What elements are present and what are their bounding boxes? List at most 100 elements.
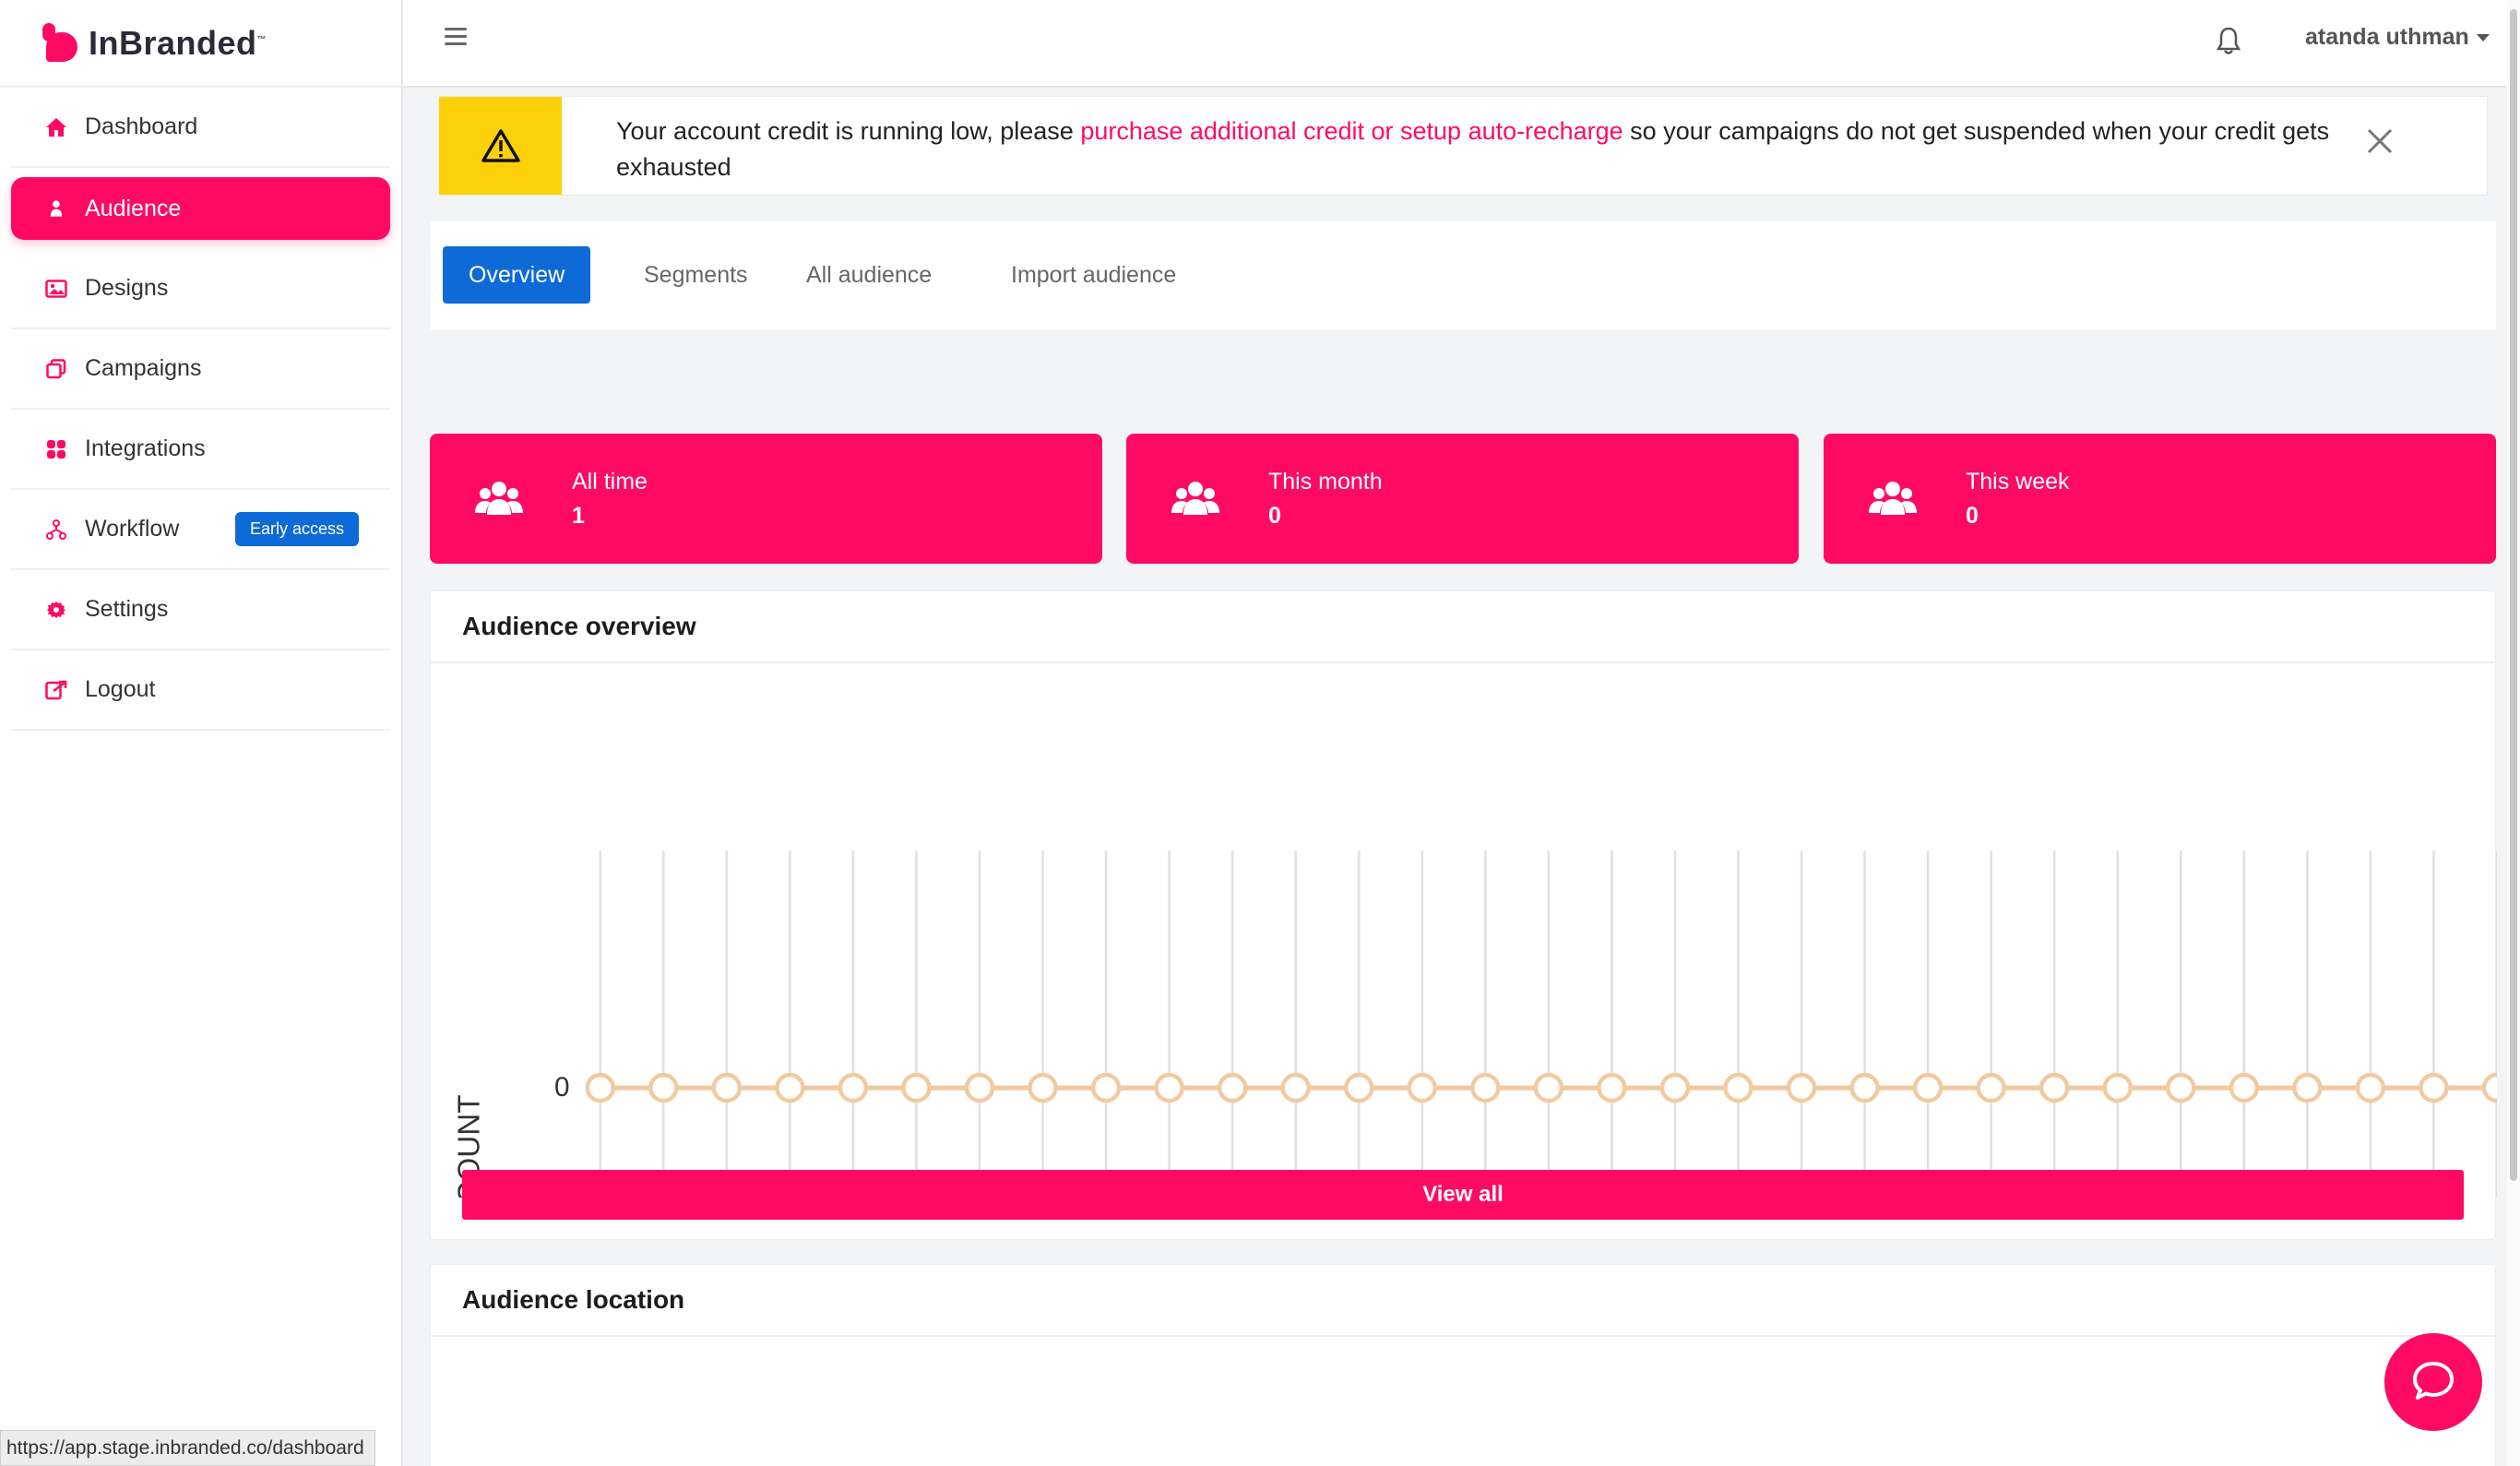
audience-location-panel: Audience location [430,1264,2496,1466]
low-credit-alert: Your account credit is running low, plea… [438,96,2488,196]
data-point[interactable] [1028,1072,1058,1103]
sidebar-item-settings[interactable]: Settings [11,570,390,650]
tab-overview[interactable]: Overview [443,246,591,304]
image-icon [44,277,68,301]
panel-title: Audience overview [431,591,2495,663]
chevron-down-icon [2476,34,2490,42]
warning-icon [439,97,562,195]
sidebar-item-label: Dashboard [85,113,198,139]
sidebar-item-designs[interactable]: Designs [11,249,390,329]
data-point[interactable] [775,1072,805,1103]
data-point[interactable] [1407,1072,1437,1103]
tab-segments[interactable]: Segments [618,246,774,304]
bell-icon[interactable] [2216,26,2243,57]
sidebar-item-label: Campaigns [85,355,202,381]
data-point[interactable] [2102,1072,2133,1103]
users-icon [1868,480,1918,521]
data-point[interactable] [2039,1072,2070,1103]
chat-bubble-icon [2413,1362,2454,1400]
sidebar-item-label: Settings [85,596,169,622]
data-point[interactable] [1976,1072,2006,1103]
data-point[interactable] [2355,1072,2386,1103]
data-point[interactable] [1912,1072,1943,1103]
stat-card-this-week: This week 0 [1824,434,2496,564]
sidebar-item-label: Designs [85,275,169,301]
data-point[interactable] [1786,1072,1817,1103]
data-point[interactable] [838,1072,869,1103]
sidebar: InBranded™ Dashboard Audience Designs Ca… [0,0,403,1466]
logout-icon [44,678,68,702]
stat-label: All time [572,469,648,495]
username: atanda uthman [2305,24,2469,50]
early-access-badge: Early access [235,512,360,546]
data-point[interactable] [711,1072,743,1103]
tab-all-audience[interactable]: All audience [780,246,957,304]
workflow-icon [44,518,68,542]
data-point[interactable] [1344,1072,1374,1103]
view-all-button[interactable]: View all [462,1170,2464,1220]
data-point[interactable] [1090,1072,1122,1103]
panel-title: Audience location [431,1265,2495,1337]
users-icon [474,480,524,521]
sidebar-item-campaigns[interactable]: Campaigns [11,329,390,410]
data-point[interactable] [2481,1072,2497,1103]
data-point[interactable] [1723,1072,1753,1103]
stat-value: 1 [572,503,585,529]
y-tick-label: 0 [554,1072,570,1102]
hamburger-menu-icon[interactable] [445,28,467,46]
data-point[interactable] [648,1072,679,1103]
brand-name: InBranded™ [89,23,267,62]
sidebar-item-audience[interactable]: Audience [11,177,390,240]
audience-overview-chart: COUNT 0 5/8/20246/8/20247/8/20248/8/2024… [452,851,2497,1198]
data-point[interactable] [1849,1072,1880,1103]
sidebar-item-logout[interactable]: Logout [11,650,390,731]
audience-tabs: Overview Segments All audience Import au… [430,221,2496,330]
data-point[interactable] [2166,1072,2196,1103]
data-point[interactable] [1597,1072,1627,1103]
data-point[interactable] [901,1072,932,1103]
data-point[interactable] [2229,1072,2260,1103]
home-icon [44,115,68,139]
sidebar-item-integrations[interactable]: Integrations [11,410,390,490]
data-point[interactable] [1470,1072,1501,1103]
stat-card-this-month: This month 0 [1126,434,1799,564]
close-icon[interactable] [2365,126,2402,163]
sidebar-item-label: Logout [85,676,156,702]
data-point[interactable] [964,1072,995,1103]
stat-card-all-time: All time 1 [430,434,1102,564]
sidebar-item-label: Workflow [85,516,180,542]
data-point[interactable] [2419,1072,2449,1103]
data-point[interactable] [585,1072,615,1103]
sidebar-item-label: Integrations [85,435,206,461]
data-point[interactable] [1533,1072,1564,1103]
audience-overview-panel: Audience overview COUNT 0 5/8/20246/8/20… [430,590,2497,1240]
stat-value: 0 [1966,503,1979,529]
purchase-credit-link[interactable]: purchase additional credit or setup auto… [1080,117,1623,145]
grid-icon [44,437,68,461]
top-bar: atanda uthman [403,0,2520,88]
stat-label: This month [1268,469,1383,495]
users-icon [44,197,68,220]
copy-icon [44,357,68,381]
browser-status-url: https://app.stage.inbranded.co/dashboard [0,1430,375,1466]
brand-mark-icon [39,22,79,64]
data-point[interactable] [1154,1072,1184,1103]
users-icon [1171,480,1220,521]
tab-import-audience[interactable]: Import audience [985,246,1202,304]
data-point[interactable] [1659,1072,1691,1103]
chat-launcher-button[interactable] [2384,1333,2482,1431]
brand-logo[interactable]: InBranded™ [0,0,401,88]
page-scrollbar-thumb[interactable] [2510,9,2517,1181]
stat-label: This week [1966,469,2070,495]
gear-icon [44,598,68,622]
user-menu[interactable]: atanda uthman [2305,24,2490,51]
sidebar-item-label: Audience [85,195,182,221]
sidebar-item-dashboard[interactable]: Dashboard [11,88,390,168]
sidebar-nav: Dashboard Audience Designs Campaigns Int… [0,88,401,731]
alert-message: Your account credit is running low, plea… [616,117,2330,181]
data-point[interactable] [1217,1072,1248,1103]
sidebar-item-workflow[interactable]: Workflow Early access [11,490,390,570]
data-point[interactable] [2292,1072,2323,1103]
stat-value: 0 [1268,503,1281,529]
data-point[interactable] [1280,1072,1311,1103]
